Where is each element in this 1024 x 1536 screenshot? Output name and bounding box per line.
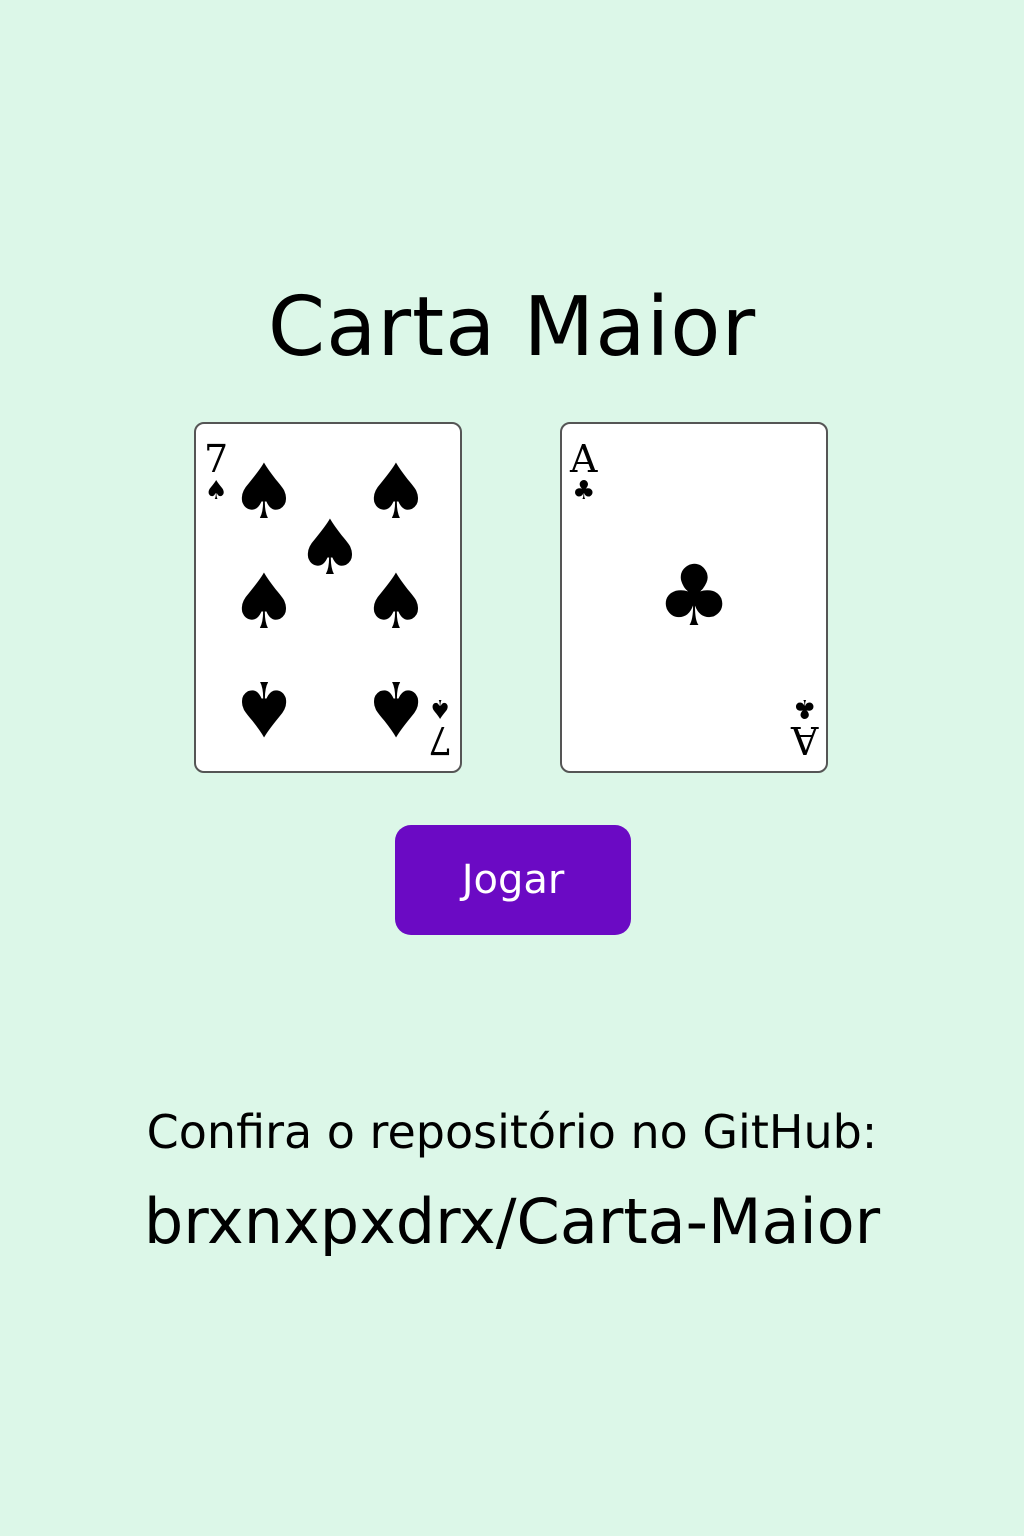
spade-icon: ♠ [229,447,299,536]
card-rank: A [570,437,598,481]
repo-caption: Confira o repositório no GitHub: [146,1105,878,1159]
card-rank: A [790,718,818,762]
club-icon: ♣ [656,547,732,645]
card-corner-bottom: 7 ♠ [427,693,452,762]
card-rank: 7 [204,437,229,481]
play-button[interactable]: Jogar [395,825,631,935]
repo-link[interactable]: brxnxpxdrx/Carta-Maior [0,1184,1024,1260]
spade-icon: ♠ [295,503,365,592]
card-corner-bottom: A ♣ [790,693,818,762]
spade-icon: ♠ [361,664,431,753]
card-corner-top: 7 ♠ [204,440,228,504]
spade-icon: ♠ [229,557,299,646]
player-card: 7 ♠ ♠ ♠ ♠ ♠ ♠ ♠ ♠ 7 ♠ [194,422,462,773]
club-icon: ♣ [792,693,816,723]
card-rank: 7 [427,718,452,762]
spade-icon: ♠ [229,664,299,753]
card-corner-top: A ♣ [570,440,597,504]
opponent-card: A ♣ ♣ A ♣ [560,422,828,773]
club-icon: ♣ [572,476,596,506]
spade-icon: ♠ [361,557,431,646]
page-title: Carta Maior [267,280,757,375]
spade-icon: ♠ [361,447,431,536]
spade-icon: ♠ [428,693,452,723]
spade-icon: ♠ [204,476,228,506]
